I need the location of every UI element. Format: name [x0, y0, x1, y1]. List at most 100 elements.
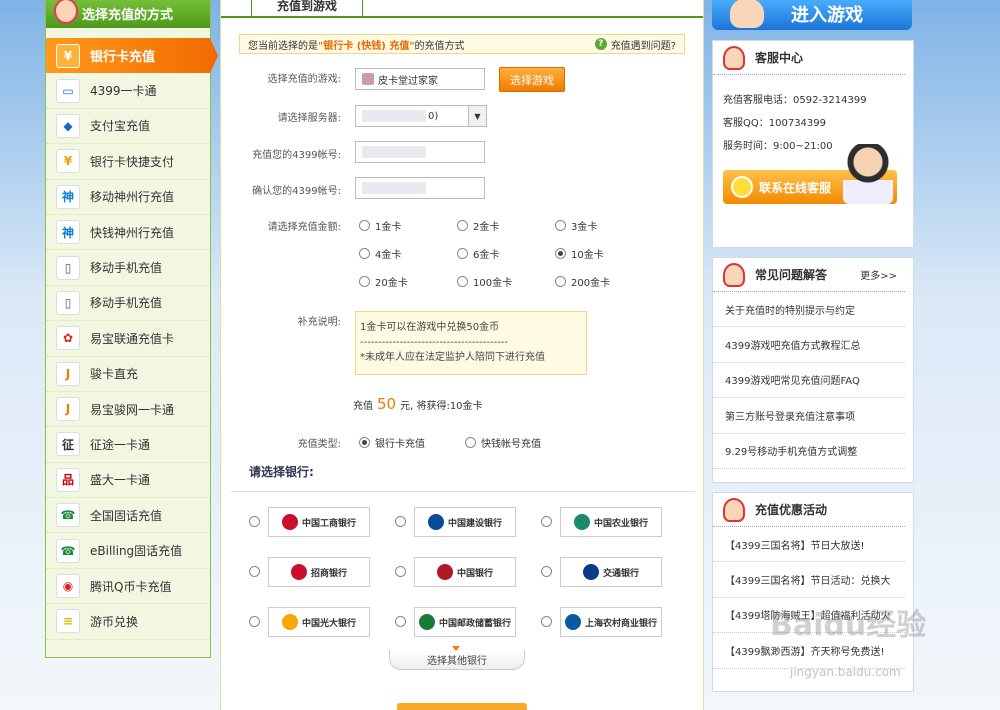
bank-option[interactable]: 中国工商银行	[268, 507, 370, 537]
amount-option[interactable]: 4金卡	[359, 246, 401, 261]
sidebar-item[interactable]: 神快钱神州行充值	[46, 215, 210, 251]
faq-link[interactable]: 关于充值时的特别提示与约定	[713, 292, 905, 328]
amount-option[interactable]: 6金卡	[457, 246, 499, 261]
radio-button[interactable]	[457, 248, 468, 259]
sidebar-item-label: 全国固话充值	[90, 508, 163, 523]
radio-button[interactable]	[359, 437, 370, 448]
amount-option[interactable]: 100金卡	[457, 274, 512, 289]
radio-button[interactable]	[359, 220, 370, 231]
sidebar-item-label: 盛大一卡通	[90, 473, 151, 488]
bank-name: 中国邮政储蓄银行	[438, 618, 511, 629]
help-link[interactable]: ? 充值遇到问题?	[594, 37, 676, 52]
payment-method-icon: ▯	[56, 290, 80, 315]
bank-radio[interactable]	[249, 616, 260, 627]
promo-link[interactable]: 【4399三国名将】节日大放送!	[713, 527, 905, 563]
online-service-button[interactable]: 联系在线客服	[723, 144, 897, 204]
amount-option[interactable]: 20金卡	[359, 274, 408, 289]
sidebar-item[interactable]: ¥ 银行卡充值	[46, 38, 218, 73]
amount-option[interactable]: 200金卡	[555, 274, 610, 289]
payment-method-list: ¥ 银行卡充值 ▭ 4399一卡通 ◆ 支付宝充值 ¥ 银行卡快捷支付神移动神州行充值神快钱神…	[46, 28, 210, 640]
payment-method-icon: J	[56, 397, 80, 422]
bank-radio[interactable]	[249, 566, 260, 577]
bank-radio[interactable]	[395, 566, 406, 577]
sidebar-item[interactable]: ◆ 支付宝充值	[46, 109, 210, 145]
radio-button[interactable]	[359, 248, 370, 259]
game-label: 选择充值的游戏:	[267, 74, 341, 85]
sidebar-title: 选择充值的方式	[82, 7, 174, 23]
enter-game-button[interactable]: 进入游戏	[712, 0, 912, 30]
summary-amount: 50	[377, 395, 397, 413]
sidebar-item-label: 易宝联通充值卡	[90, 331, 175, 346]
recharge-type-option[interactable]: 银行卡充值	[359, 435, 425, 450]
sidebar-item[interactable]: 品盛大一卡通	[46, 463, 210, 499]
bank-radio[interactable]	[249, 516, 260, 527]
sidebar-item[interactable]: J 易宝骏网一卡通	[46, 392, 210, 428]
watermark-url: jingyan.baidu.com	[790, 665, 901, 679]
radio-button[interactable]	[465, 437, 476, 448]
amount-option-label: 4金卡	[375, 250, 402, 261]
bank-option[interactable]: 中国银行	[414, 557, 516, 587]
faq-link[interactable]: 9.29号移动手机充值方式调整	[713, 434, 905, 469]
amount-option-label: 2金卡	[473, 222, 500, 233]
sidebar-item[interactable]: 征征途一卡通	[46, 427, 210, 463]
payment-method-icon: ☎	[56, 538, 80, 563]
sidebar-item[interactable]: ☎ 全国固话充值	[46, 498, 210, 534]
service-center: 客服中心 充值客服电话：0592-3214399 客服QQ：100734399 …	[712, 40, 914, 248]
confirm-account-input[interactable]	[355, 177, 485, 199]
amount-option[interactable]: 3金卡	[555, 218, 597, 233]
bank-radio[interactable]	[395, 616, 406, 627]
select-game-button[interactable]: 选择游戏	[499, 67, 565, 92]
sidebar-item[interactable]: ▭ 4399一卡通	[46, 73, 210, 109]
bank-option[interactable]: 中国光大银行	[268, 607, 370, 637]
server-select[interactable]: 0) ▼	[355, 105, 487, 127]
bank-radio[interactable]	[541, 566, 552, 577]
bank-option[interactable]: 中国邮政储蓄银行	[414, 607, 516, 637]
sidebar-item[interactable]: ¥ 银行卡快捷支付	[46, 144, 210, 180]
sidebar-item[interactable]: ✿ 易宝联通充值卡	[46, 321, 210, 357]
radio-button[interactable]	[457, 276, 468, 287]
faq-link[interactable]: 4399游戏吧充值方式教程汇总	[713, 327, 905, 363]
radio-button[interactable]	[359, 276, 370, 287]
submit-button[interactable]	[397, 703, 527, 710]
account-input[interactable]	[355, 141, 485, 163]
amount-option[interactable]: 1金卡	[359, 218, 401, 233]
chevron-down-icon[interactable]: ▼	[468, 106, 486, 126]
radio-button[interactable]	[555, 220, 566, 231]
sidebar-item[interactable]: ▯ 移动手机充值	[46, 286, 210, 322]
tab-recharge-game[interactable]: 充值到游戏	[251, 0, 363, 16]
sidebar-item[interactable]: ▯ 移动手机充值	[46, 250, 210, 286]
sidebar-item[interactable]: 神移动神州行充值	[46, 180, 210, 215]
game-field[interactable]: 皮卡堂过家家	[355, 68, 485, 90]
faq-link[interactable]: 第三方账号登录充值注意事项	[713, 398, 905, 434]
question-icon: ?	[594, 38, 607, 50]
bank-option[interactable]: 中国农业银行	[560, 507, 662, 537]
mascot-icon	[730, 0, 764, 28]
faq-more-link[interactable]: 更多>>	[860, 267, 897, 282]
bank-radio[interactable]	[541, 616, 552, 627]
divider	[231, 491, 695, 492]
service-title: 客服中心	[755, 51, 804, 65]
amount-option[interactable]: 10金卡	[555, 246, 604, 261]
bank-option[interactable]: 上海农村商业银行	[560, 607, 662, 637]
selection-notice: 您当前选择的是 "银行卡 (快钱) 充值" 的充值方式 ? 充值遇到问题?	[239, 34, 685, 54]
radio-button[interactable]	[555, 248, 566, 259]
sidebar-item[interactable]: J 骏卡直充	[46, 357, 210, 392]
sidebar-item[interactable]: ≡ 游币兑换	[46, 604, 210, 640]
bank-option[interactable]: 中国建设银行	[414, 507, 516, 537]
bank-option[interactable]: 交通银行	[560, 557, 662, 587]
bank-option[interactable]: 招商银行	[268, 557, 370, 587]
faq-link[interactable]: 4399游戏吧常见充值问题FAQ	[713, 363, 905, 399]
promo-link[interactable]: 【4399三国名将】节日活动：兑换大	[713, 562, 905, 598]
bank-radio[interactable]	[541, 516, 552, 527]
bank-radio[interactable]	[395, 516, 406, 527]
amount-option[interactable]: 2金卡	[457, 218, 499, 233]
recharge-type-option[interactable]: 快钱帐号充值	[465, 435, 541, 450]
sidebar-item-label: 移动手机充值	[90, 296, 163, 311]
notice-prefix: 您当前选择的是	[248, 40, 318, 52]
more-banks-button[interactable]: 选择其他银行	[389, 646, 525, 670]
account-blurred	[362, 146, 426, 158]
sidebar-item[interactable]: ◉ 腾讯Q币卡充值	[46, 569, 210, 605]
radio-button[interactable]	[555, 276, 566, 287]
sidebar-item[interactable]: ☎ eBilling固话充值	[46, 533, 210, 569]
radio-button[interactable]	[457, 220, 468, 231]
